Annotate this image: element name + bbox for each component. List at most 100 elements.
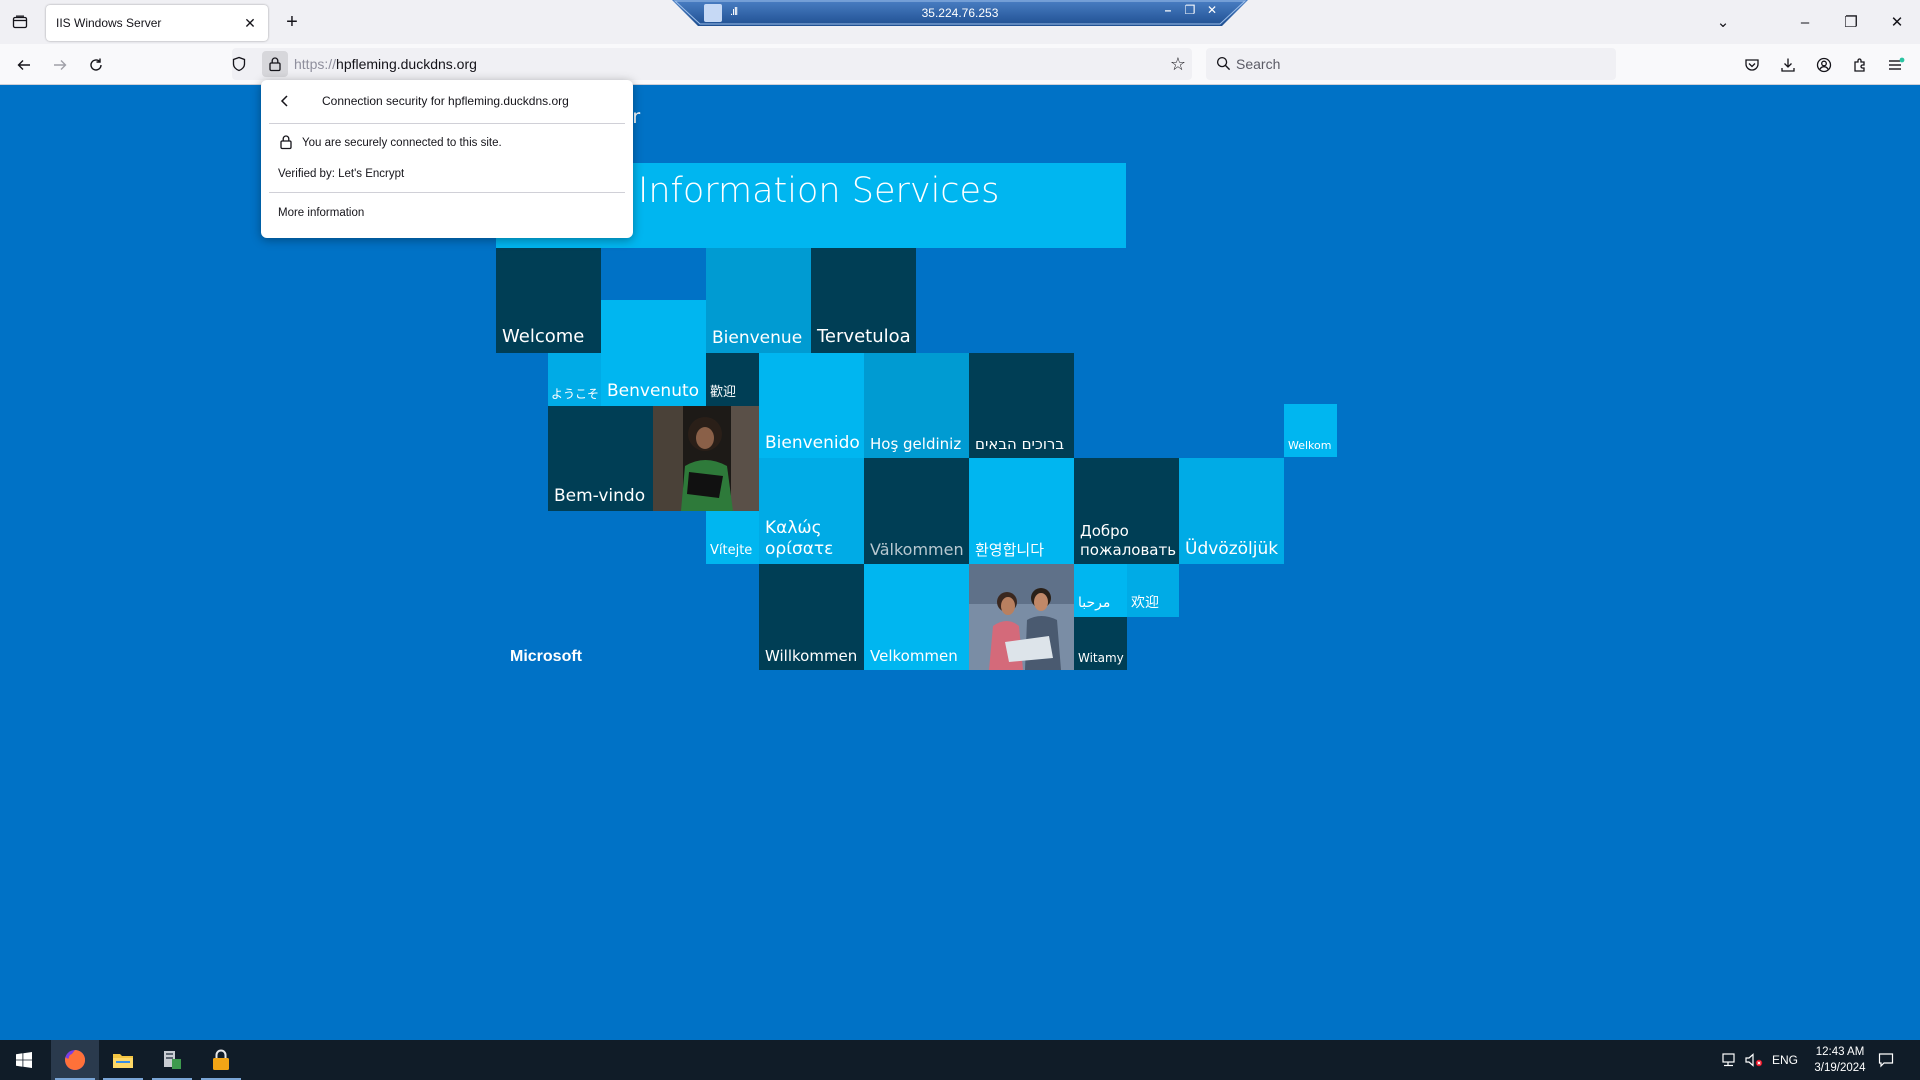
search-placeholder: Search [1236,56,1281,72]
tracking-protection-shield-icon[interactable] [227,52,251,76]
tile-vitejte: Vítejte [706,511,759,564]
tile-witamy: Witamy [1074,617,1127,670]
server-manager-icon [164,1051,181,1069]
taskbar-firefox[interactable] [51,1040,99,1080]
tab-iis-windows-server[interactable]: IIS Windows Server ✕ [46,5,268,41]
taskbar-file-explorer[interactable] [99,1040,147,1080]
forward-button[interactable] [46,51,74,79]
tab-overflow-chevron-icon[interactable]: ⌄ [1708,10,1738,34]
tile-dobro-line1: Добро [1080,522,1129,540]
tile-bienvenue-text: Bienvenue [712,327,803,348]
tile-hos-geldiniz: Hoş geldiniz [864,353,969,458]
photo-two-people-laptop-image [969,564,1074,670]
tile-witamy-text: Witamy [1078,650,1124,665]
action-center-icon[interactable] [1876,1050,1896,1070]
taskbar-server-manager[interactable] [148,1040,196,1080]
more-information-button[interactable]: More information [278,207,364,219]
windows-taskbar: ENG 12:43 AM 3/19/2024 [0,1040,1920,1080]
tile-huanying-trad-text: 歡迎 [710,385,737,401]
tile-arabic-text: مرحبا [1078,595,1111,612]
site-security-lock-icon[interactable] [262,51,288,77]
lock-icon [280,135,292,150]
firefox-icon [65,1049,86,1070]
tile-welcome-text: Welcome [502,326,585,348]
url-scheme: https:// [294,56,337,72]
tile-kalos-text: Καλώς ορίσατε [765,518,834,559]
tile-huanying-trad: 歡迎 [706,353,759,406]
app-menu-icon[interactable] [1883,52,1909,78]
tile-hebrew: ברוכים הבאים [969,353,1074,458]
account-icon[interactable] [1811,52,1837,78]
clock[interactable]: 12:43 AM 3/19/2024 [1808,1044,1872,1076]
tile-youkoso: ようこそ [548,353,601,406]
tab-title: IIS Windows Server [56,16,162,30]
tile-welkom-text: Welkom [1288,438,1332,452]
back-button[interactable] [10,51,38,79]
verified-by-text: Verified by: Let's Encrypt [278,168,405,180]
tile-blank-light [601,300,706,353]
taskbar-lock-app[interactable] [197,1040,245,1080]
microsoft-logo-text: Microsoft [510,648,582,665]
search-bar[interactable]: Search [1206,48,1616,80]
tile-tervetuloa-text: Tervetuloa [817,326,911,348]
tile-benvenuto-text: Benvenuto [607,380,700,401]
tile-huanying-simp: 欢迎 [1127,564,1179,617]
address-bar[interactable]: https://hpfleming.duckdns.org ☆ [232,48,1192,80]
photo-two-people-laptop [969,564,1074,670]
rdp-restore-icon[interactable]: ❐ [1180,3,1200,21]
new-tab-button[interactable]: + [280,10,304,34]
url-text[interactable]: https://hpfleming.duckdns.org [294,56,477,72]
tile-velkommen: Velkommen [864,564,969,670]
rdp-connection-bar: .ıll 35.224.76.253 – ❐ ✕ [672,0,1248,26]
rdp-minimize-icon[interactable]: – [1158,3,1178,21]
list-all-tabs-button[interactable] [8,11,32,33]
secure-connection-text: You are securely connected to this site. [302,137,502,149]
tile-welcome: Welcome [496,248,601,353]
window-minimize-button[interactable]: – [1790,10,1820,34]
back-arrow-icon [17,60,30,70]
panel-back-button[interactable] [273,90,297,112]
window-close-button[interactable]: ✕ [1882,10,1912,34]
tile-bem-vindo: Bem-vindo [548,406,653,511]
tile-arabic: مرحبا [1074,564,1127,617]
tile-youkoso-text: ようこそ [551,386,600,401]
clock-date: 3/19/2024 [1814,1062,1866,1074]
close-tab-icon[interactable]: ✕ [240,13,260,33]
chevron-left-icon [280,95,288,107]
downloads-icon[interactable] [1775,52,1801,78]
reload-button[interactable] [82,51,110,79]
tile-hebrew-text: ברוכים הבאים [975,435,1065,453]
volume-muted-icon[interactable] [1744,1050,1764,1070]
tile-welkom: Welkom [1284,404,1337,457]
window-restore-button[interactable]: ❐ [1836,10,1866,34]
rdp-close-icon[interactable]: ✕ [1202,3,1222,21]
panel-title: Connection security for hpfleming.duckdn… [322,94,569,108]
tile-hos-geldiniz-text: Hoş geldiniz [870,435,962,453]
bookmark-star-icon[interactable]: ☆ [1166,52,1190,76]
tile-willkommen-text: Willkommen [765,647,858,665]
tile-udvozoljuk-text: Üdvözöljük [1185,538,1279,559]
tile-tervetuloa: Tervetuloa [811,248,916,353]
photo-woman-laptop-image [653,406,759,511]
tile-dobro: Добро пожаловать [1074,458,1179,564]
photo-woman-laptop [653,406,759,511]
connection-security-panel: Connection security for hpfleming.duckdn… [261,80,633,238]
tile-velkommen-text: Velkommen [870,647,958,665]
tile-bienvenue: Bienvenue [706,248,811,353]
tile-udvozoljuk: Üdvözöljük [1179,458,1284,564]
tile-korean: 환영합니다 [969,458,1074,564]
windows-logo-icon [16,1052,32,1068]
pocket-icon[interactable] [1739,52,1765,78]
divider [269,192,625,193]
url-host: hpfleming.duckdns.org [336,56,477,72]
tile-valkommen-text: Välkommen [870,539,964,559]
extensions-icon[interactable] [1847,52,1873,78]
start-button[interactable] [0,1040,48,1080]
network-icon[interactable] [1720,1050,1740,1070]
clock-time: 12:43 AM [1815,1046,1865,1058]
search-icon [1216,56,1231,71]
folder-icon [113,1054,133,1068]
input-language-indicator[interactable]: ENG [1772,1053,1798,1067]
tile-bem-vindo-text: Bem-vindo [554,485,646,506]
navigation-toolbar: https://hpfleming.duckdns.org ☆ Search [0,44,1920,85]
